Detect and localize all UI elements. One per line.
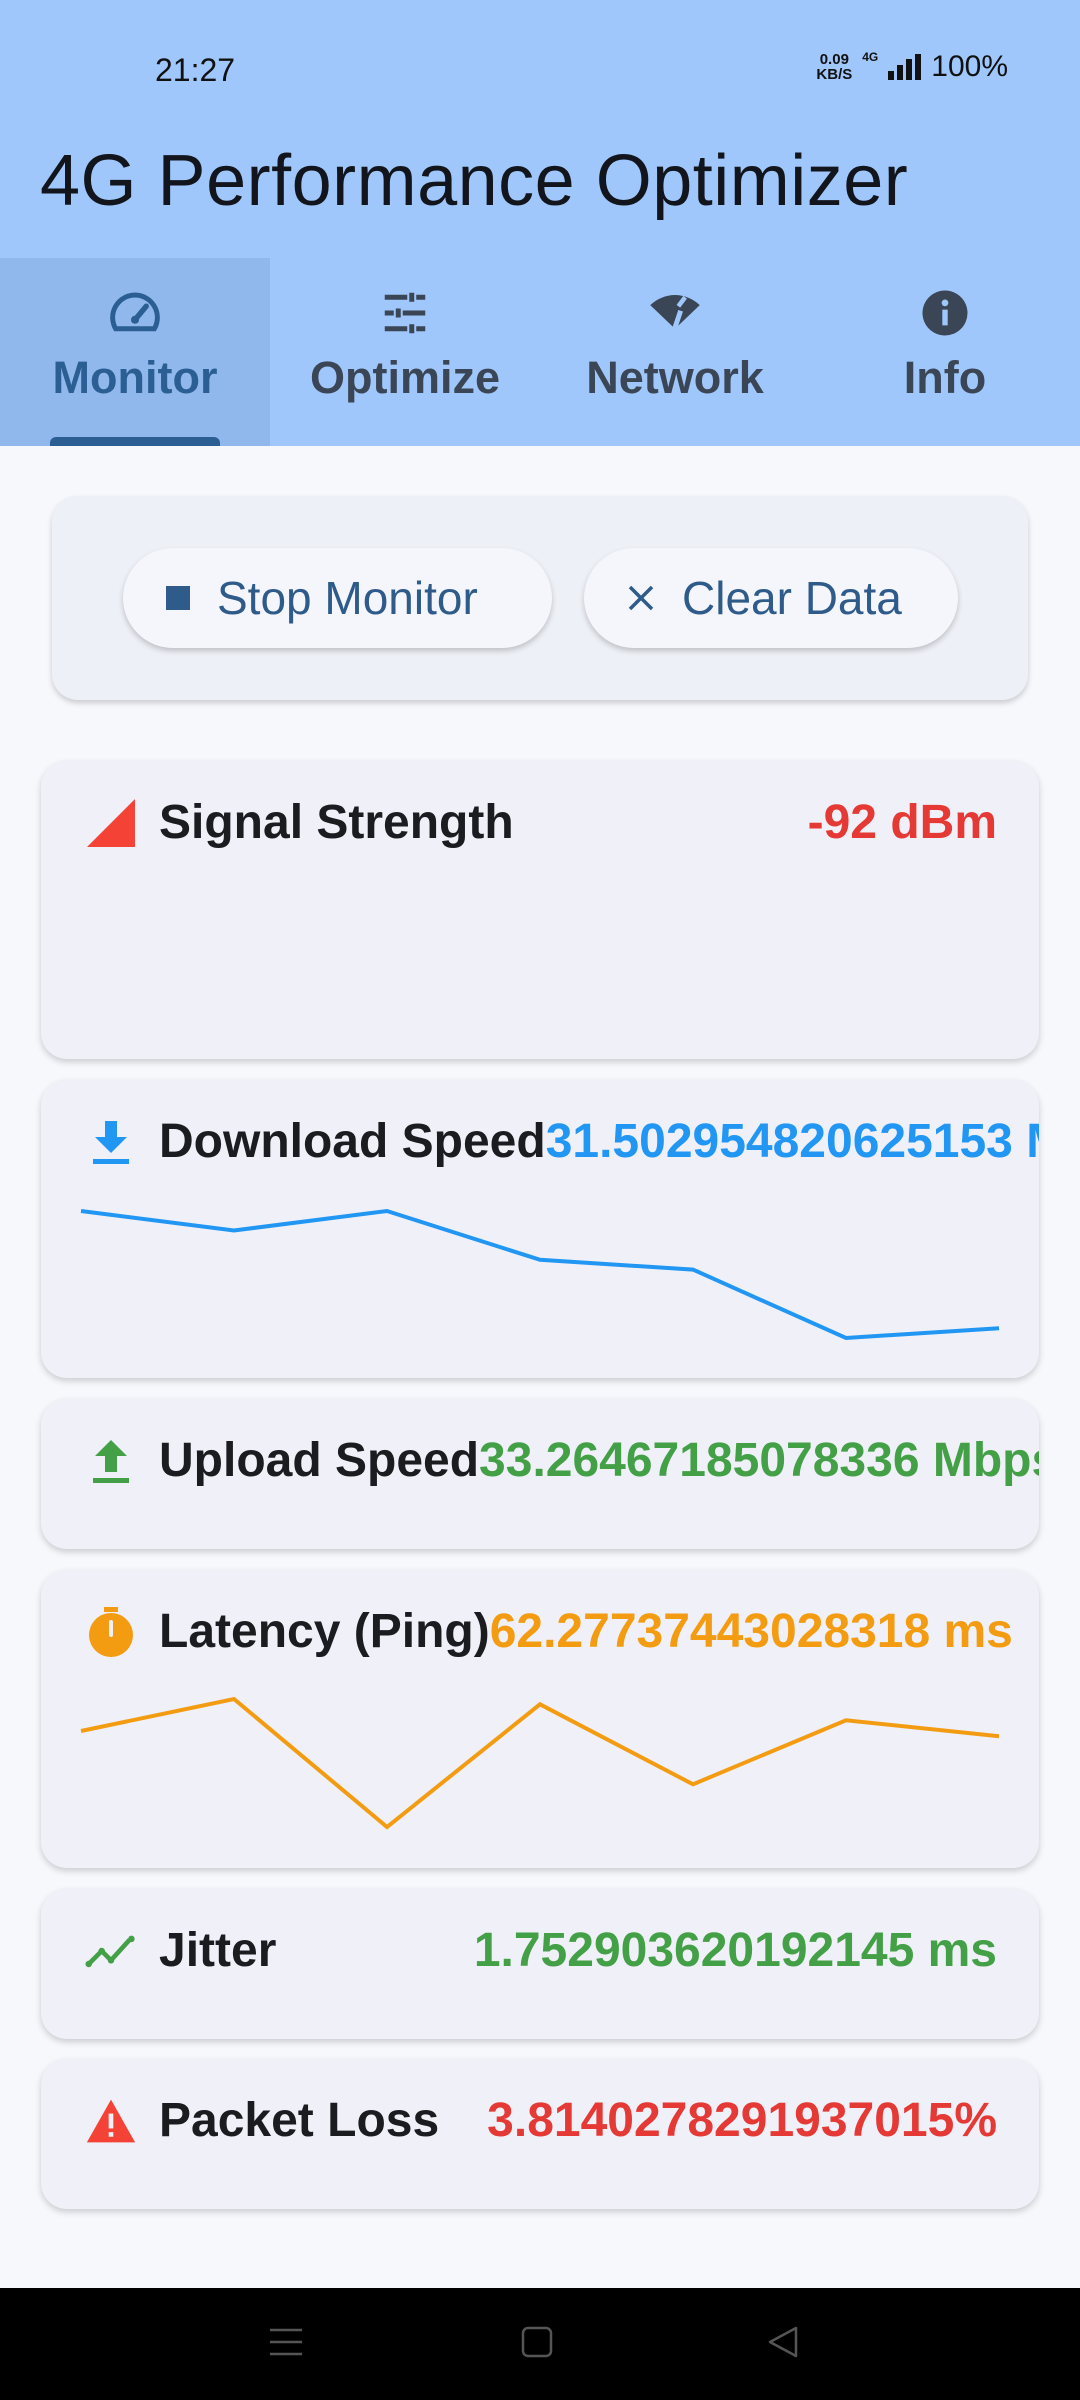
speedometer-icon: [110, 292, 160, 332]
tab-optimize-label: Optimize: [309, 352, 501, 403]
tab-network-label: Network: [586, 352, 764, 403]
packet-loss-value: 3.8140278291937015%: [487, 2094, 997, 2147]
back-icon[interactable]: [766, 2324, 800, 2360]
latency-line: [80, 1696, 1000, 1830]
warning-icon: [85, 2095, 137, 2147]
tab-indicator: [50, 437, 220, 446]
download-speed-chart: [80, 1208, 1000, 1341]
download-speed-card: Download Speed 31.502954820625153 Mbps: [41, 1080, 1039, 1378]
packet-loss-label: Packet Loss: [159, 2094, 440, 2147]
net-speed: 0.09 KB/S: [816, 51, 853, 83]
stop-icon: [166, 586, 190, 610]
page-title: 4G Performance Optimizer: [40, 141, 909, 221]
battery-level: 100%: [931, 50, 1008, 83]
tab-info-label: Info: [903, 352, 987, 403]
upload-speed-card: Upload Speed 33.26467185078336 Mbps: [41, 1399, 1039, 1549]
close-icon: [628, 585, 654, 611]
stop-monitor-label: Stop Monitor: [217, 572, 478, 624]
stop-monitor-button[interactable]: Stop Monitor: [123, 548, 552, 648]
tab-bar: Monitor Optimize Network Info: [0, 258, 1080, 446]
clear-data-label: Clear Data: [682, 572, 902, 624]
status-bar: 21:27 0.09 KB/S 4G 100%: [0, 0, 1080, 140]
info-icon: [922, 290, 968, 336]
home-icon[interactable]: [520, 2324, 554, 2360]
tab-network[interactable]: Network: [540, 258, 810, 446]
tab-info[interactable]: Info: [810, 258, 1080, 446]
tab-monitor[interactable]: Monitor: [0, 258, 270, 446]
network-type: 4G: [862, 50, 879, 64]
latency-chart: [80, 1696, 1000, 1830]
upload-speed-label: Upload Speed: [159, 1434, 480, 1487]
packet-loss-card: Packet Loss 3.8140278291937015%: [41, 2059, 1039, 2209]
tab-monitor-label: Monitor: [52, 352, 218, 403]
app-bar: 21:27 0.09 KB/S 4G 100% 4G Performance O…: [0, 0, 1080, 446]
signal-strength-icon: [85, 797, 137, 849]
signal-strength-value: -92 dBm: [807, 796, 997, 849]
upload-icon: [85, 1435, 137, 1487]
monitor-controls: Stop Monitor Clear Data: [52, 496, 1028, 700]
jitter-value: 1.752903620192145 ms: [473, 1924, 997, 1977]
jitter-label: Jitter: [159, 1924, 277, 1977]
cell-signal-icon: [888, 54, 922, 80]
wifi-signal-icon: [650, 295, 700, 332]
jitter-card: Jitter 1.752903620192145 ms: [41, 1889, 1039, 2039]
tune-sliders-icon: [384, 292, 426, 334]
trending-up-icon: [85, 1925, 137, 1977]
upload-speed-value: 33.26467185078336 Mbps: [479, 1434, 1039, 1487]
status-right: 0.09 KB/S 4G 100%: [816, 50, 1008, 84]
signal-strength-label: Signal Strength: [159, 796, 514, 849]
latency-card: Latency (Ping) 62.27737443028318 ms: [41, 1570, 1039, 1868]
clear-data-button[interactable]: Clear Data: [584, 548, 958, 648]
signal-strength-card: Signal Strength -92 dBm: [41, 761, 1039, 1059]
system-nav-bar: [0, 2288, 1080, 2400]
status-time: 21:27: [155, 52, 236, 88]
tab-optimize[interactable]: Optimize: [270, 258, 540, 446]
download-speed-line: [80, 1208, 1000, 1341]
recent-apps-icon[interactable]: [268, 2324, 304, 2360]
